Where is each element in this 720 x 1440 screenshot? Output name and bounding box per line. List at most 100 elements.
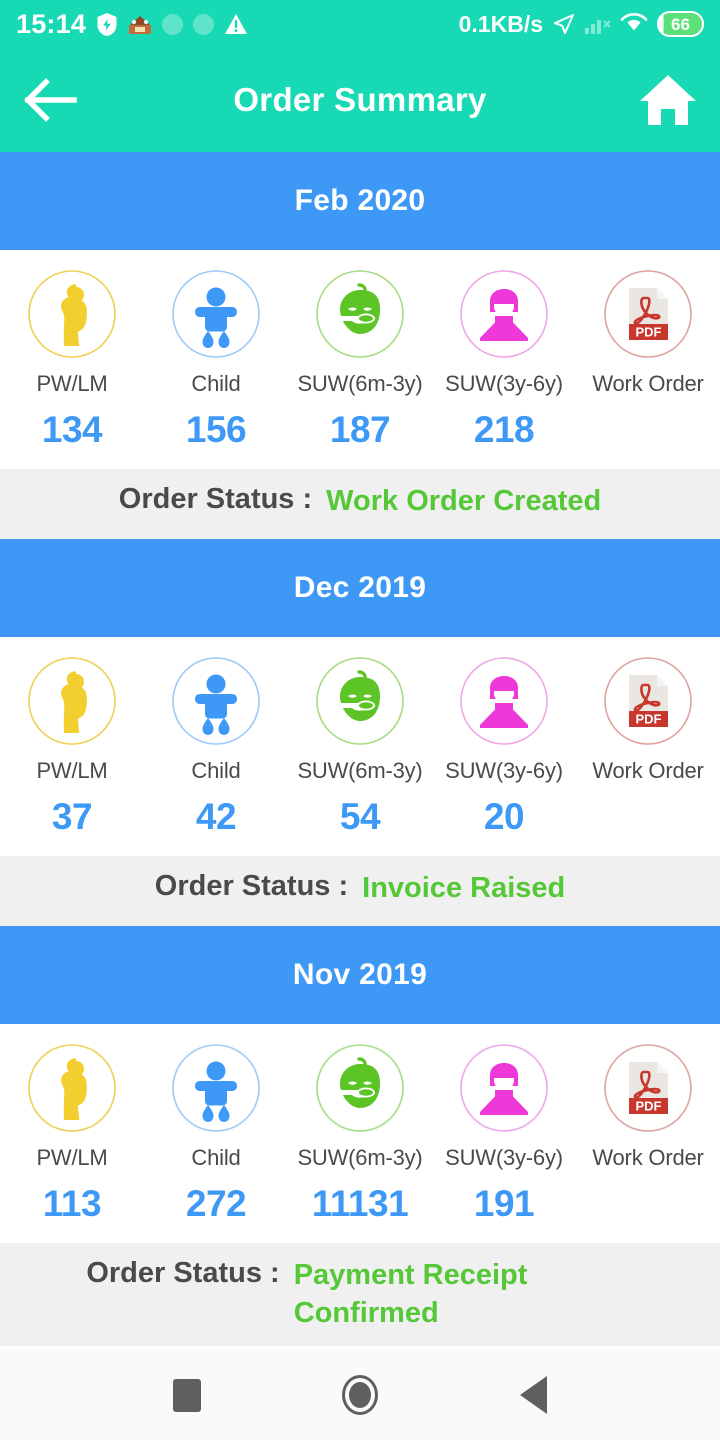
network-speed-text: 0.1KB/s [458, 10, 543, 37]
category-value-row: 113 272 11131 191 [0, 1177, 720, 1243]
category-work-order[interactable]: PDF Work Order [576, 655, 720, 784]
status-bar-left: 15:14 [16, 8, 248, 39]
order-card[interactable]: Nov 2019 PW/LM Child SUW(6m-3y) SUW(3y-6… [0, 926, 720, 1347]
signal-bars-off-icon [585, 13, 611, 35]
status-badge: Payment Receipt Confirmed [293, 1259, 528, 1329]
app-badge-icon [128, 13, 152, 35]
value-text: 191 [473, 1183, 535, 1224]
baby-icon [170, 268, 262, 360]
square-recents-icon [172, 1378, 201, 1412]
category-value-row: 134 156 187 218 [0, 403, 720, 469]
system-status-bar: 15:14 0.1KB/s 66 [0, 0, 720, 48]
pregnant-woman-icon [26, 268, 118, 360]
value-text: 54 [339, 796, 381, 837]
status-bar-right: 0.1KB/s 66 [459, 11, 704, 37]
location-arrow-icon [552, 12, 576, 36]
value-text: 42 [195, 796, 237, 837]
order-card[interactable]: Dec 2019 PW/LM Child SUW(6m-3y) SUW(3y-6… [0, 539, 720, 926]
status-badge: Invoice Raised [362, 872, 566, 904]
category-child[interactable]: Child [144, 268, 288, 397]
order-status-row: Order Status : Work Order Created [0, 469, 720, 539]
category-label: SUW(6m-3y) [297, 1145, 423, 1170]
category-suw-6m-3y[interactable]: SUW(6m-3y) [288, 1042, 432, 1171]
baby-feeding-icon [314, 655, 406, 747]
category-value-row: 37 42 54 20 [0, 790, 720, 856]
month-header: Nov 2019 [0, 926, 720, 1024]
order-status-label: Order Status : [154, 870, 349, 902]
pregnant-woman-icon [26, 655, 118, 747]
category-child[interactable]: Child [144, 1042, 288, 1171]
status-badge: Work Order Created [326, 485, 602, 517]
category-suw-6m-3y[interactable]: SUW(6m-3y) [288, 655, 432, 784]
category-label: PW/LM [36, 758, 108, 783]
category-pw-lm[interactable]: PW/LM [0, 1042, 144, 1171]
value-suw-6m-3y: 11131 [288, 1183, 432, 1225]
category-label: Child [191, 1145, 241, 1170]
girl-icon [458, 1042, 550, 1134]
home-nav-button[interactable] [325, 1360, 395, 1430]
category-suw-3y-6y[interactable]: SUW(3y-6y) [432, 655, 576, 784]
category-work-order[interactable]: PDF Work Order [576, 268, 720, 397]
value-work-order-empty [576, 409, 720, 451]
baby-icon [170, 1042, 262, 1134]
value-child: 42 [144, 796, 288, 838]
value-text: 11131 [311, 1183, 409, 1224]
svg-text:PDF: PDF [636, 1099, 662, 1114]
baby-feeding-icon [314, 268, 406, 360]
girl-icon [458, 268, 550, 360]
category-pw-lm[interactable]: PW/LM [0, 655, 144, 784]
circle-icon [193, 13, 215, 35]
category-suw-3y-6y[interactable]: SUW(3y-6y) [432, 268, 576, 397]
category-label: SUW(3y-6y) [445, 1145, 563, 1170]
order-status-label: Order Status : [86, 1257, 280, 1289]
category-pw-lm[interactable]: PW/LM [0, 268, 144, 397]
android-navigation-bar [0, 1350, 720, 1440]
app-bar: Order Summary [0, 48, 720, 152]
category-child[interactable]: Child [144, 655, 288, 784]
value-pw-lm: 37 [0, 796, 144, 838]
order-status-label: Order Status : [118, 483, 313, 515]
recents-button[interactable] [152, 1360, 222, 1430]
value-work-order-empty [576, 1183, 720, 1225]
order-status-row: Order Status : Payment Receipt Confirmed [0, 1243, 720, 1347]
value-pw-lm: 134 [0, 409, 144, 451]
back-nav-button[interactable] [498, 1360, 568, 1430]
pdf-file-icon: PDF [602, 655, 694, 747]
value-suw-6m-3y: 187 [288, 409, 432, 451]
category-label: Work Order [592, 758, 704, 783]
triangle-back-icon [519, 1376, 547, 1414]
svg-text:PDF: PDF [636, 325, 662, 340]
category-suw-3y-6y[interactable]: SUW(3y-6y) [432, 1042, 576, 1171]
order-status-row: Order Status : Invoice Raised [0, 856, 720, 926]
pdf-file-icon: PDF [602, 1042, 694, 1134]
category-label: PW/LM [36, 371, 108, 396]
status-bar-clock: 15:14 [16, 8, 87, 39]
order-list[interactable]: Feb 2020 PW/LM Child SUW(6m-3y) SUW(3y-6… [0, 152, 720, 1350]
home-button[interactable] [638, 73, 698, 127]
category-icon-row: PW/LM Child SUW(6m-3y) SUW(3y-6y) PDF Wo… [0, 1024, 720, 1177]
value-suw-3y-6y: 191 [432, 1183, 576, 1225]
month-label: Feb 2020 [294, 184, 426, 217]
value-text: 156 [185, 409, 247, 450]
arrow-left-icon [24, 78, 77, 122]
category-work-order[interactable]: PDF Work Order [576, 1042, 720, 1171]
month-header: Feb 2020 [0, 152, 720, 250]
value-child: 272 [144, 1183, 288, 1225]
category-label: PW/LM [36, 1145, 108, 1170]
category-icon-row: PW/LM Child SUW(6m-3y) SUW(3y-6y) PDF Wo… [0, 250, 720, 403]
value-pw-lm: 113 [0, 1183, 144, 1225]
home-icon [640, 75, 696, 125]
category-label: Work Order [592, 1145, 704, 1170]
category-suw-6m-3y[interactable]: SUW(6m-3y) [288, 268, 432, 397]
value-text: 134 [41, 409, 103, 450]
category-label: Child [191, 371, 241, 396]
category-label: SUW(6m-3y) [297, 371, 423, 396]
value-text: 113 [42, 1183, 102, 1224]
month-header: Dec 2019 [0, 539, 720, 637]
value-text: 218 [473, 409, 535, 450]
value-child: 156 [144, 409, 288, 451]
category-label: SUW(3y-6y) [445, 758, 563, 783]
order-card[interactable]: Feb 2020 PW/LM Child SUW(6m-3y) SUW(3y-6… [0, 152, 720, 539]
back-button[interactable] [22, 77, 78, 123]
wifi-icon [620, 13, 648, 35]
